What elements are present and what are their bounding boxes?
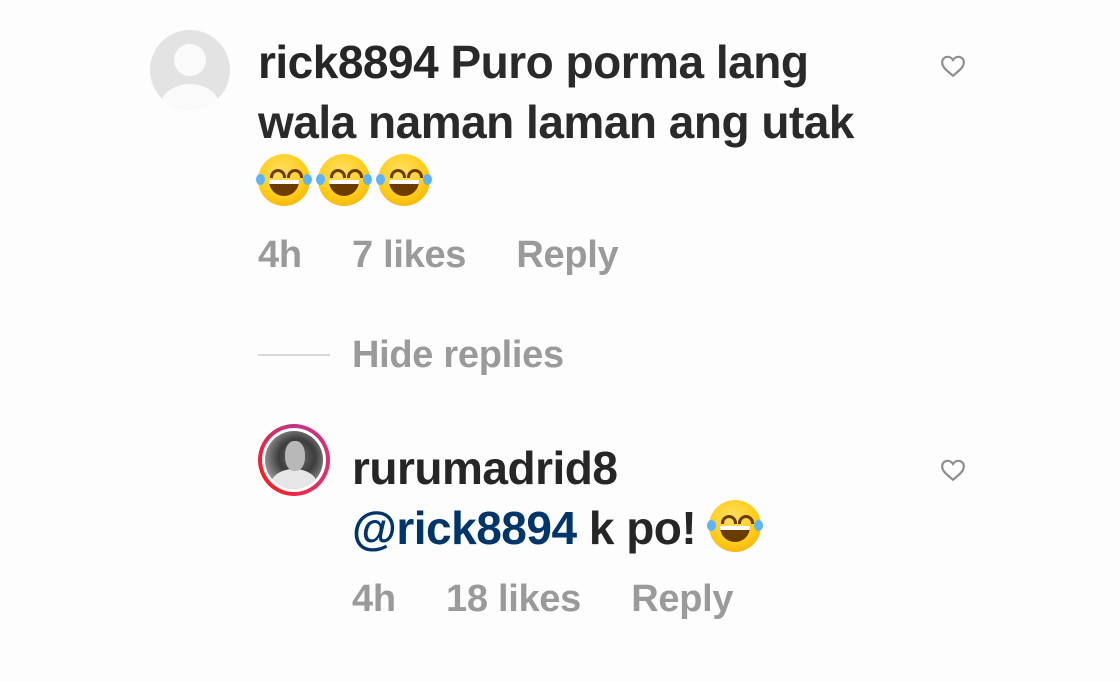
reply-meta: 4h 18 likes Reply	[352, 578, 773, 621]
reply-username[interactable]: rurumadrid8	[352, 440, 618, 496]
comment-item: rick8894 Puro porma lang wala naman lama…	[0, 0, 1120, 300]
comment-text: rick8894 Puro porma lang wala naman lama…	[256, 32, 898, 212]
hide-replies-divider	[258, 354, 330, 356]
comment-meta: 4h 7 likes Reply	[258, 234, 658, 277]
reply-likes[interactable]: 18 likes	[446, 578, 581, 620]
comment-reply-button[interactable]: Reply	[516, 234, 618, 276]
reply-body: k po!	[576, 502, 709, 554]
profile-photo	[265, 431, 323, 489]
joy-emoji-icon	[376, 154, 432, 206]
joy-emoji-icon	[256, 154, 312, 206]
joy-emoji-icon	[316, 154, 372, 206]
like-heart-icon[interactable]	[940, 458, 966, 482]
comment-time: 4h	[258, 234, 302, 276]
comment-username[interactable]: rick8894	[258, 36, 439, 88]
like-heart-icon[interactable]	[940, 54, 966, 78]
reply-avatar[interactable]	[258, 424, 330, 496]
joy-emoji-icon	[706, 500, 763, 552]
reply-time: 4h	[352, 578, 396, 620]
hide-replies-button[interactable]: Hide replies	[352, 334, 564, 377]
avatar[interactable]	[150, 30, 230, 110]
comment-likes[interactable]: 7 likes	[352, 234, 466, 276]
comments-thread: rick8894 Puro porma lang wala naman lama…	[0, 0, 1120, 681]
default-avatar-body-icon	[160, 84, 220, 110]
default-avatar-head-icon	[174, 44, 206, 76]
reply-reply-button[interactable]: Reply	[631, 578, 733, 620]
reply-mention-link[interactable]: @rick8894	[352, 502, 577, 554]
reply-text: @rick8894 k po!	[352, 498, 769, 558]
